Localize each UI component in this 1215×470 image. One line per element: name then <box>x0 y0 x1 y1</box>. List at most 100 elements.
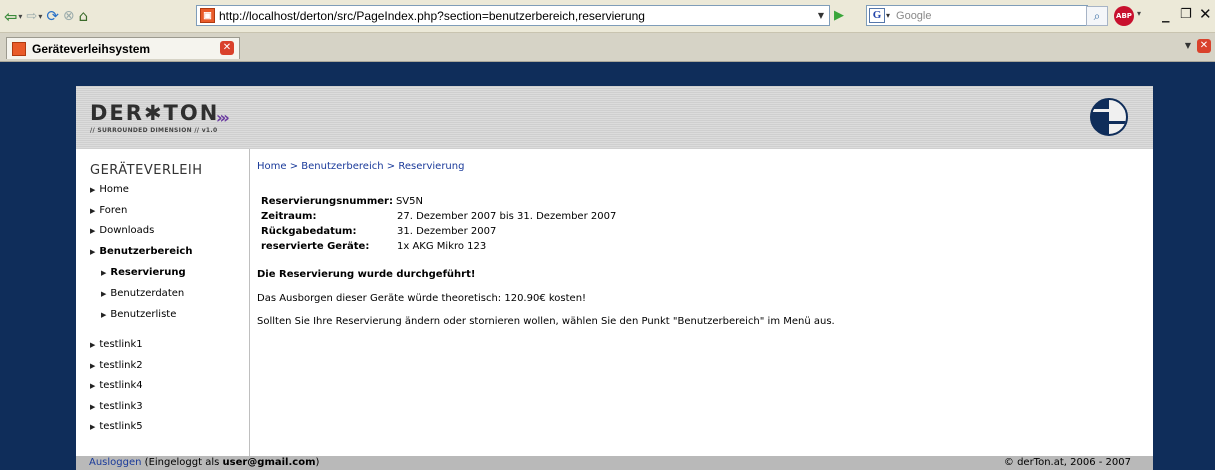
devices-value: 1x AKG Mikro 123 <box>397 241 487 252</box>
nav-bullet-icon: ▶ <box>90 227 96 235</box>
nav-bullet-icon: ▶ <box>90 207 96 215</box>
sidebar-item-label[interactable]: Benutzerdaten <box>110 288 184 299</box>
url-field[interactable]: ▣ http://localhost/derton/src/PageIndex.… <box>196 5 830 26</box>
search-button[interactable]: ⌕ <box>1086 6 1108 26</box>
reload-icon[interactable]: ⟳ <box>46 5 59 27</box>
breadcrumb-home-link[interactable]: Home <box>257 161 287 172</box>
sidebar-item-benutzerdaten[interactable]: ▶ Benutzerdaten <box>101 288 184 299</box>
cost-message: Das Ausborgen dieser Geräte würde theore… <box>257 293 587 304</box>
tab-close-icon[interactable]: ✕ <box>220 41 234 55</box>
period-label: Zeitraum: <box>261 211 317 222</box>
sidebar: GERÄTEVERLEIH ▶ Home ▶ Foren ▶ Downloads ▶ B… <box>76 149 250 456</box>
sidebar-title: GERÄTEVERLEIH <box>90 163 203 178</box>
sidebar-item-label[interactable]: testlink5 <box>99 421 142 432</box>
sidebar-item-benutzerliste[interactable]: ▶ Benutzerliste <box>101 309 176 320</box>
sidebar-item-testlink4[interactable]: ▶ testlink4 <box>90 380 143 391</box>
url-history-dropdown-icon[interactable]: ▼ <box>812 5 830 26</box>
site-favicon-icon: ▣ <box>200 8 215 23</box>
sidebar-item-testlink5[interactable]: ▶ testlink5 <box>90 421 143 432</box>
breadcrumb-section-link[interactable]: Benutzerbereich <box>301 161 383 172</box>
globe-logo-icon <box>1090 98 1128 136</box>
sidebar-item-label[interactable]: Reservierung <box>110 267 185 278</box>
sidebar-item-label[interactable]: Home <box>99 184 129 195</box>
logged-in-suffix: ) <box>315 457 320 468</box>
back-icon[interactable]: ⇦ <box>4 5 17 27</box>
logged-in-user: user@gmail.com <box>222 457 316 468</box>
sidebar-item-home[interactable]: ▶ Home <box>90 184 129 195</box>
return-date-label: Rückgabedatum: <box>261 226 357 237</box>
back-dropdown-icon[interactable]: ▾ <box>18 12 22 21</box>
go-icon[interactable]: ▶ <box>834 8 848 24</box>
sidebar-item-testlink1[interactable]: ▶ testlink1 <box>90 339 143 350</box>
sidebar-item-label[interactable]: testlink3 <box>99 401 142 412</box>
sidebar-item-label[interactable]: Benutzerliste <box>110 309 176 320</box>
stop-icon[interactable]: ⊗ <box>63 5 75 27</box>
tab-bar: Geräteverleihsystem ✕ ▼ ✕ <box>0 33 1215 62</box>
search-input[interactable]: G ▾ Google <box>866 5 1088 26</box>
login-status: Ausloggen (Eingeloggt als user@gmail.com… <box>89 457 319 468</box>
tab-active[interactable]: Geräteverleihsystem ✕ <box>6 37 240 59</box>
search-placeholder: Google <box>896 9 932 22</box>
sidebar-item-label[interactable]: Downloads <box>99 225 154 236</box>
restore-icon[interactable]: ❐ <box>1180 7 1192 22</box>
search-engine-dropdown-icon[interactable]: ▾ <box>886 11 890 20</box>
sidebar-item-reservierung[interactable]: ▶ Reservierung <box>101 267 186 278</box>
nav-bullet-icon: ▶ <box>101 269 107 277</box>
nav-bullet-icon: ▶ <box>90 382 96 390</box>
tab-favicon-icon <box>12 41 26 56</box>
sidebar-item-testlink2[interactable]: ▶ testlink2 <box>90 360 143 371</box>
period-value: 27. Dezember 2007 bis 31. Dezember 2007 <box>397 211 617 222</box>
nav-bullet-icon: ▶ <box>90 341 96 349</box>
logged-in-prefix: (Eingeloggt als <box>141 457 223 468</box>
sidebar-item-label[interactable]: testlink2 <box>99 360 142 371</box>
site-banner: DER✱TON // SURROUNDED DIMENSION // v1.0 … <box>76 86 1153 149</box>
adblock-icon[interactable]: ABP <box>1114 6 1134 26</box>
nav-bullet-icon: ▶ <box>101 311 107 319</box>
breadcrumb-separator: > <box>289 161 299 172</box>
content-area: GERÄTEVERLEIH ▶ Home ▶ Foren ▶ Downloads ▶ B… <box>76 149 1153 456</box>
sidebar-item-downloads[interactable]: ▶ Downloads <box>90 225 154 236</box>
sidebar-item-benutzerbereich[interactable]: ▶ Benutzerbereich <box>90 246 192 257</box>
return-date-row: Rückgabedatum: 31. Dezember 2007 <box>261 226 496 237</box>
reservation-number-label: Reservierungsnummer: <box>261 196 393 207</box>
nav-bullet-icon: ▶ <box>90 403 96 411</box>
close-window-icon[interactable]: ✕ <box>1199 5 1212 23</box>
return-date-value: 31. Dezember 2007 <box>397 226 497 237</box>
nav-bullet-icon: ▶ <box>90 423 96 431</box>
google-engine-icon[interactable]: G <box>869 8 885 23</box>
minimize-icon[interactable]: _ <box>1162 5 1170 23</box>
sidebar-item-testlink3[interactable]: ▶ testlink3 <box>90 401 143 412</box>
adblock-dropdown-icon[interactable]: ▾ <box>1137 9 1141 18</box>
forward-dropdown-icon[interactable]: ▾ <box>38 12 42 21</box>
reservation-number-row: Reservierungsnummer: SV5N <box>261 196 423 207</box>
close-tab-icon[interactable]: ✕ <box>1197 39 1211 53</box>
reservation-number-value: SV5N <box>395 196 423 207</box>
breadcrumb-separator: > <box>386 161 396 172</box>
breadcrumb: Home > Benutzerbereich > Reservierung <box>257 161 464 172</box>
devices-row: reservierte Geräte: 1x AKG Mikro 123 <box>261 241 486 252</box>
nav-bullet-icon: ▶ <box>90 186 96 194</box>
sidebar-item-label[interactable]: testlink1 <box>99 339 142 350</box>
home-icon[interactable]: ⌂ <box>79 5 89 27</box>
sidebar-item-label[interactable]: testlink4 <box>99 380 142 391</box>
tab-list-icon[interactable]: ▼ <box>1185 41 1191 50</box>
nav-bullet-icon: ▶ <box>90 248 96 256</box>
sidebar-item-label[interactable]: Foren <box>99 205 127 216</box>
sidebar-item-foren[interactable]: ▶ Foren <box>90 205 127 216</box>
tab-title: Geräteverleihsystem <box>32 41 151 56</box>
main-content: Home > Benutzerbereich > Reservierung Re… <box>257 149 1137 456</box>
site-logo-subtitle: // SURROUNDED DIMENSION // v1.0 <box>90 127 218 134</box>
sidebar-item-label[interactable]: Benutzerbereich <box>99 246 192 257</box>
hint-message: Sollten Sie Ihre Reservierung ändern ode… <box>257 316 835 327</box>
nav-bullet-icon: ▶ <box>90 362 96 370</box>
url-text[interactable]: http://localhost/derton/src/PageIndex.ph… <box>219 9 645 23</box>
nav-bullet-icon: ▶ <box>101 290 107 298</box>
footer: Ausloggen (Eingeloggt als user@gmail.com… <box>76 456 1153 470</box>
devices-label: reservierte Geräte: <box>261 241 370 252</box>
logout-link[interactable]: Ausloggen <box>89 457 141 468</box>
site-logo[interactable]: DER✱TON <box>90 101 219 125</box>
breadcrumb-current-link[interactable]: Reservierung <box>398 161 464 172</box>
forward-icon[interactable]: ⇨ <box>26 5 37 27</box>
copyright: © derTon.at, 2006 - 2007 <box>1003 457 1131 468</box>
success-message: Die Reservierung wurde durchgeführt! <box>257 269 476 280</box>
